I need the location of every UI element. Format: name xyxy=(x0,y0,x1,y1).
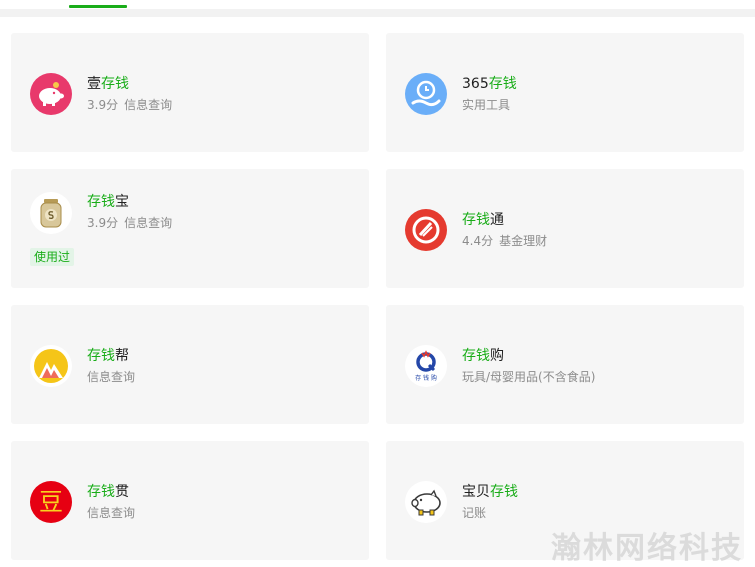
app-meta: 3.9分 信息查询 xyxy=(87,97,172,113)
app-category: 记账 xyxy=(462,506,487,520)
app-meta: 记账 xyxy=(462,505,486,521)
app-category: 信息查询 xyxy=(87,370,136,384)
app-meta: 4.4分 基金理财 xyxy=(462,233,547,249)
app-card-cunqianbang[interactable]: 存钱帮 信息查询 xyxy=(11,305,369,424)
app-category: 实用工具 xyxy=(462,98,511,112)
app-card-cunqianguan[interactable]: 豆 存钱贯 信息查询 xyxy=(11,441,369,560)
app-category: 基金理财 xyxy=(499,234,548,248)
app-meta: 玩具/母婴用品(不含食品) xyxy=(462,369,595,385)
dou-character: 豆 xyxy=(39,488,63,516)
active-tab-indicator xyxy=(69,5,127,8)
app-rating: 3.9分 xyxy=(87,98,119,112)
app-title: 存钱宝 xyxy=(87,194,129,210)
dou-character-icon: 豆 xyxy=(30,481,72,523)
pig-icon xyxy=(405,481,447,523)
watermark: 瀚林网络科技 xyxy=(551,531,743,566)
app-category: 信息查询 xyxy=(124,98,173,112)
app-card-cunqianbao[interactable]: 存钱宝 3.9分 信息查询 使用过 xyxy=(11,169,369,288)
piggy-bank-icon xyxy=(30,73,72,115)
clock-hand-icon xyxy=(405,73,447,115)
app-meta: 实用工具 xyxy=(462,97,510,113)
app-meta: 信息查询 xyxy=(87,505,135,521)
q-logo-icon: 存 钱 购 xyxy=(405,345,447,387)
red-circle-logo-icon xyxy=(405,209,447,251)
app-rating: 3.9分 xyxy=(87,216,119,230)
q-logo-text: 存 钱 购 xyxy=(415,374,437,382)
app-card-yi-cunqian[interactable]: 壹存钱 3.9分 信息查询 xyxy=(11,33,369,152)
app-card-cunqiangou[interactable]: 存 钱 购 存钱购 玩具/母婴用品(不含食品) xyxy=(386,305,744,424)
tab-bar-divider xyxy=(0,9,755,17)
app-meta: 信息查询 xyxy=(87,369,135,385)
app-title: 宝贝存钱 xyxy=(462,484,518,500)
money-jar-icon xyxy=(30,192,72,234)
app-card-cunqiantong[interactable]: 存钱通 4.4分 基金理财 xyxy=(386,169,744,288)
top-tab-bar xyxy=(0,0,755,17)
app-title: 存钱贯 xyxy=(87,484,129,500)
app-card-365-cunqian[interactable]: 365存钱 实用工具 xyxy=(386,33,744,152)
app-title: 365存钱 xyxy=(462,76,517,92)
app-title: 存钱帮 xyxy=(87,348,129,364)
app-category: 信息查询 xyxy=(124,216,173,230)
app-rating: 4.4分 xyxy=(462,234,494,248)
app-title: 存钱购 xyxy=(462,348,504,364)
mountain-logo-icon xyxy=(30,345,72,387)
app-title: 存钱通 xyxy=(462,212,504,228)
used-badge: 使用过 xyxy=(30,248,75,266)
app-meta: 3.9分 信息查询 xyxy=(87,215,172,231)
app-title: 壹存钱 xyxy=(87,76,129,92)
app-category: 信息查询 xyxy=(87,506,136,520)
app-category: 玩具/母婴用品(不含食品) xyxy=(462,370,596,384)
